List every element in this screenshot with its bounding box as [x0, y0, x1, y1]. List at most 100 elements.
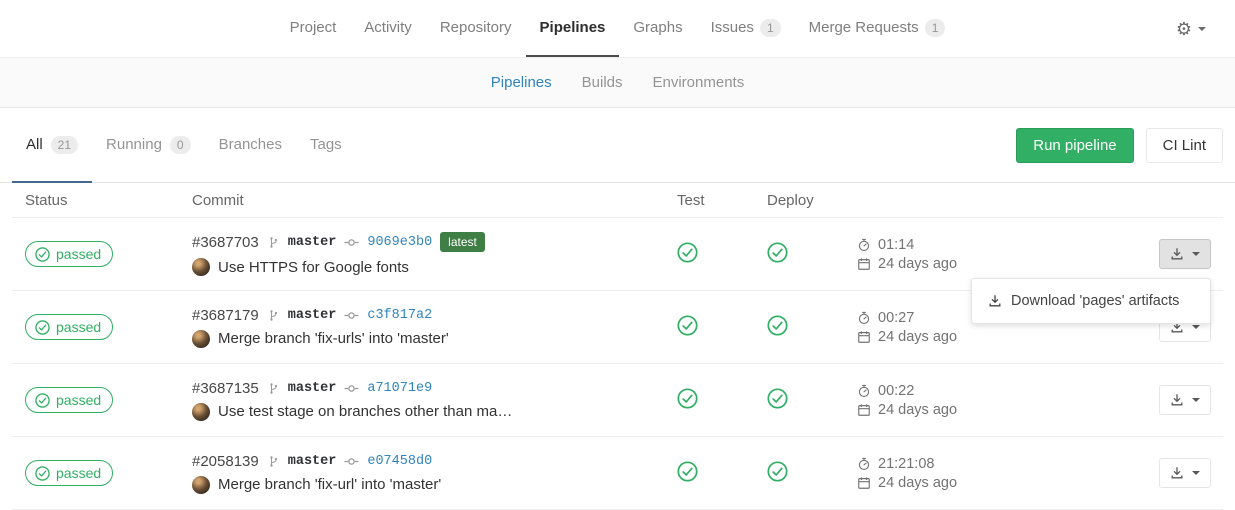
download-pages-artifacts-item[interactable]: Download 'pages' artifacts: [972, 285, 1210, 317]
author-avatar[interactable]: [192, 258, 210, 276]
pipeline-age: 24 days ago: [878, 402, 957, 418]
timer-icon: [857, 457, 871, 471]
deploy-stage-passed-icon[interactable]: [767, 242, 788, 263]
branch-icon: [267, 236, 280, 249]
calendar-icon: [857, 476, 871, 490]
calendar-icon: [857, 330, 871, 344]
nav-label: Issues: [711, 19, 754, 36]
caret-down-icon: [1192, 325, 1200, 329]
tab-running[interactable]: Running 0: [92, 108, 205, 183]
status-badge[interactable]: passed: [25, 460, 113, 486]
commit-sha-link[interactable]: 9069e3b0: [367, 235, 432, 250]
test-stage-passed-icon[interactable]: [677, 242, 698, 263]
branch-link[interactable]: master: [288, 381, 337, 396]
author-avatar[interactable]: [192, 476, 210, 494]
status-label: passed: [56, 465, 101, 481]
commit-message-link[interactable]: Use test stage on branches other than ma…: [218, 403, 512, 420]
status-label: passed: [56, 246, 101, 262]
caret-down-icon: [1192, 398, 1200, 402]
all-count-badge: 21: [51, 136, 78, 154]
test-stage-passed-icon[interactable]: [677, 388, 698, 409]
nav-item-activity[interactable]: Activity: [350, 0, 426, 57]
subnav-item-pipelines[interactable]: Pipelines: [476, 74, 567, 91]
header-deploy: Deploy: [767, 192, 857, 209]
pipeline-duration: 00:27: [878, 310, 914, 326]
deploy-stage-passed-icon[interactable]: [767, 461, 788, 482]
timer-icon: [857, 238, 871, 252]
download-icon: [1170, 247, 1184, 261]
pipeline-duration: 01:14: [878, 237, 914, 253]
status-badge[interactable]: passed: [25, 314, 113, 340]
commit-icon: [344, 235, 359, 250]
nav-item-graphs[interactable]: Graphs: [619, 0, 696, 57]
artifacts-dropdown-menu: Download 'pages' artifacts: [971, 278, 1211, 324]
pipeline-row: passed #3687135 master a71071e9 Use test…: [12, 364, 1223, 437]
commit-icon: [344, 308, 359, 323]
commit-message-link[interactable]: Use HTTPS for Google fonts: [218, 259, 409, 276]
author-avatar[interactable]: [192, 330, 210, 348]
timer-icon: [857, 384, 871, 398]
test-stage-passed-icon[interactable]: [677, 461, 698, 482]
latest-badge: latest: [440, 232, 485, 252]
status-badge[interactable]: passed: [25, 387, 113, 413]
nav-item-merge-requests[interactable]: Merge Requests 1: [795, 0, 960, 57]
pipeline-age: 24 days ago: [878, 256, 957, 272]
commit-sha-link[interactable]: c3f817a2: [367, 308, 432, 323]
running-count-badge: 0: [170, 136, 191, 154]
nav-item-pipelines[interactable]: Pipelines: [526, 0, 620, 57]
commit-sha-link[interactable]: a71071e9: [367, 381, 432, 396]
branch-icon: [267, 382, 280, 395]
project-top-nav: Project Activity Repository Pipelines Gr…: [0, 0, 1235, 57]
commit-icon: [344, 381, 359, 396]
header-status: Status: [12, 192, 192, 209]
caret-down-icon: [1192, 252, 1200, 256]
test-stage-passed-icon[interactable]: [677, 315, 698, 336]
issues-count-badge: 1: [760, 19, 781, 37]
artifacts-dropdown-button[interactable]: [1159, 239, 1211, 269]
pipelines-filter-bar: All 21 Running 0 Branches Tags Run pipel…: [0, 108, 1235, 183]
tab-branches[interactable]: Branches: [205, 108, 296, 183]
status-badge[interactable]: passed: [25, 241, 113, 267]
branch-icon: [267, 455, 280, 468]
nav-item-project[interactable]: Project: [276, 0, 351, 57]
nav-item-issues[interactable]: Issues 1: [697, 0, 795, 57]
timer-icon: [857, 311, 871, 325]
table-header-row: Status Commit Test Deploy: [12, 183, 1223, 218]
pipeline-row: passed #3687703 master 9069e3b0 latest U…: [12, 218, 1223, 291]
commit-message-link[interactable]: Merge branch 'fix-url' into 'master': [218, 476, 441, 493]
check-circle-icon: [35, 247, 50, 262]
branch-link[interactable]: master: [288, 235, 337, 250]
commit-message-link[interactable]: Merge branch 'fix-urls' into 'master': [218, 330, 449, 347]
ci-sub-nav: Pipelines Builds Environments: [0, 57, 1235, 108]
caret-down-icon: [1198, 27, 1206, 31]
commit-sha-link[interactable]: e07458d0: [367, 454, 432, 469]
download-icon: [1170, 393, 1184, 407]
pipeline-age: 24 days ago: [878, 329, 957, 345]
project-settings-dropdown-button[interactable]: ⚙: [1169, 22, 1213, 36]
pipeline-duration: 00:22: [878, 383, 914, 399]
author-avatar[interactable]: [192, 403, 210, 421]
tab-tags[interactable]: Tags: [296, 108, 356, 183]
run-pipeline-button[interactable]: Run pipeline: [1016, 128, 1133, 163]
commit-icon: [344, 454, 359, 469]
check-circle-icon: [35, 320, 50, 335]
subnav-item-environments[interactable]: Environments: [638, 74, 760, 91]
deploy-stage-passed-icon[interactable]: [767, 388, 788, 409]
pipeline-row: passed #2058139 master e07458d0 Merge br…: [12, 437, 1223, 510]
pipeline-id: #3687703: [192, 234, 259, 251]
artifacts-dropdown-button[interactable]: [1159, 458, 1211, 488]
subnav-item-builds[interactable]: Builds: [567, 74, 638, 91]
tab-label: All: [26, 136, 43, 153]
header-commit: Commit: [192, 192, 677, 209]
ci-lint-button[interactable]: CI Lint: [1146, 128, 1223, 163]
tab-all[interactable]: All 21: [12, 108, 92, 183]
download-icon: [1170, 466, 1184, 480]
branch-link[interactable]: master: [288, 454, 337, 469]
branch-link[interactable]: master: [288, 308, 337, 323]
pipeline-duration: 21:21:08: [878, 456, 934, 472]
nav-label: Repository: [440, 19, 512, 36]
nav-label: Pipelines: [540, 19, 606, 36]
nav-item-repository[interactable]: Repository: [426, 0, 526, 57]
artifacts-dropdown-button[interactable]: [1159, 385, 1211, 415]
deploy-stage-passed-icon[interactable]: [767, 315, 788, 336]
